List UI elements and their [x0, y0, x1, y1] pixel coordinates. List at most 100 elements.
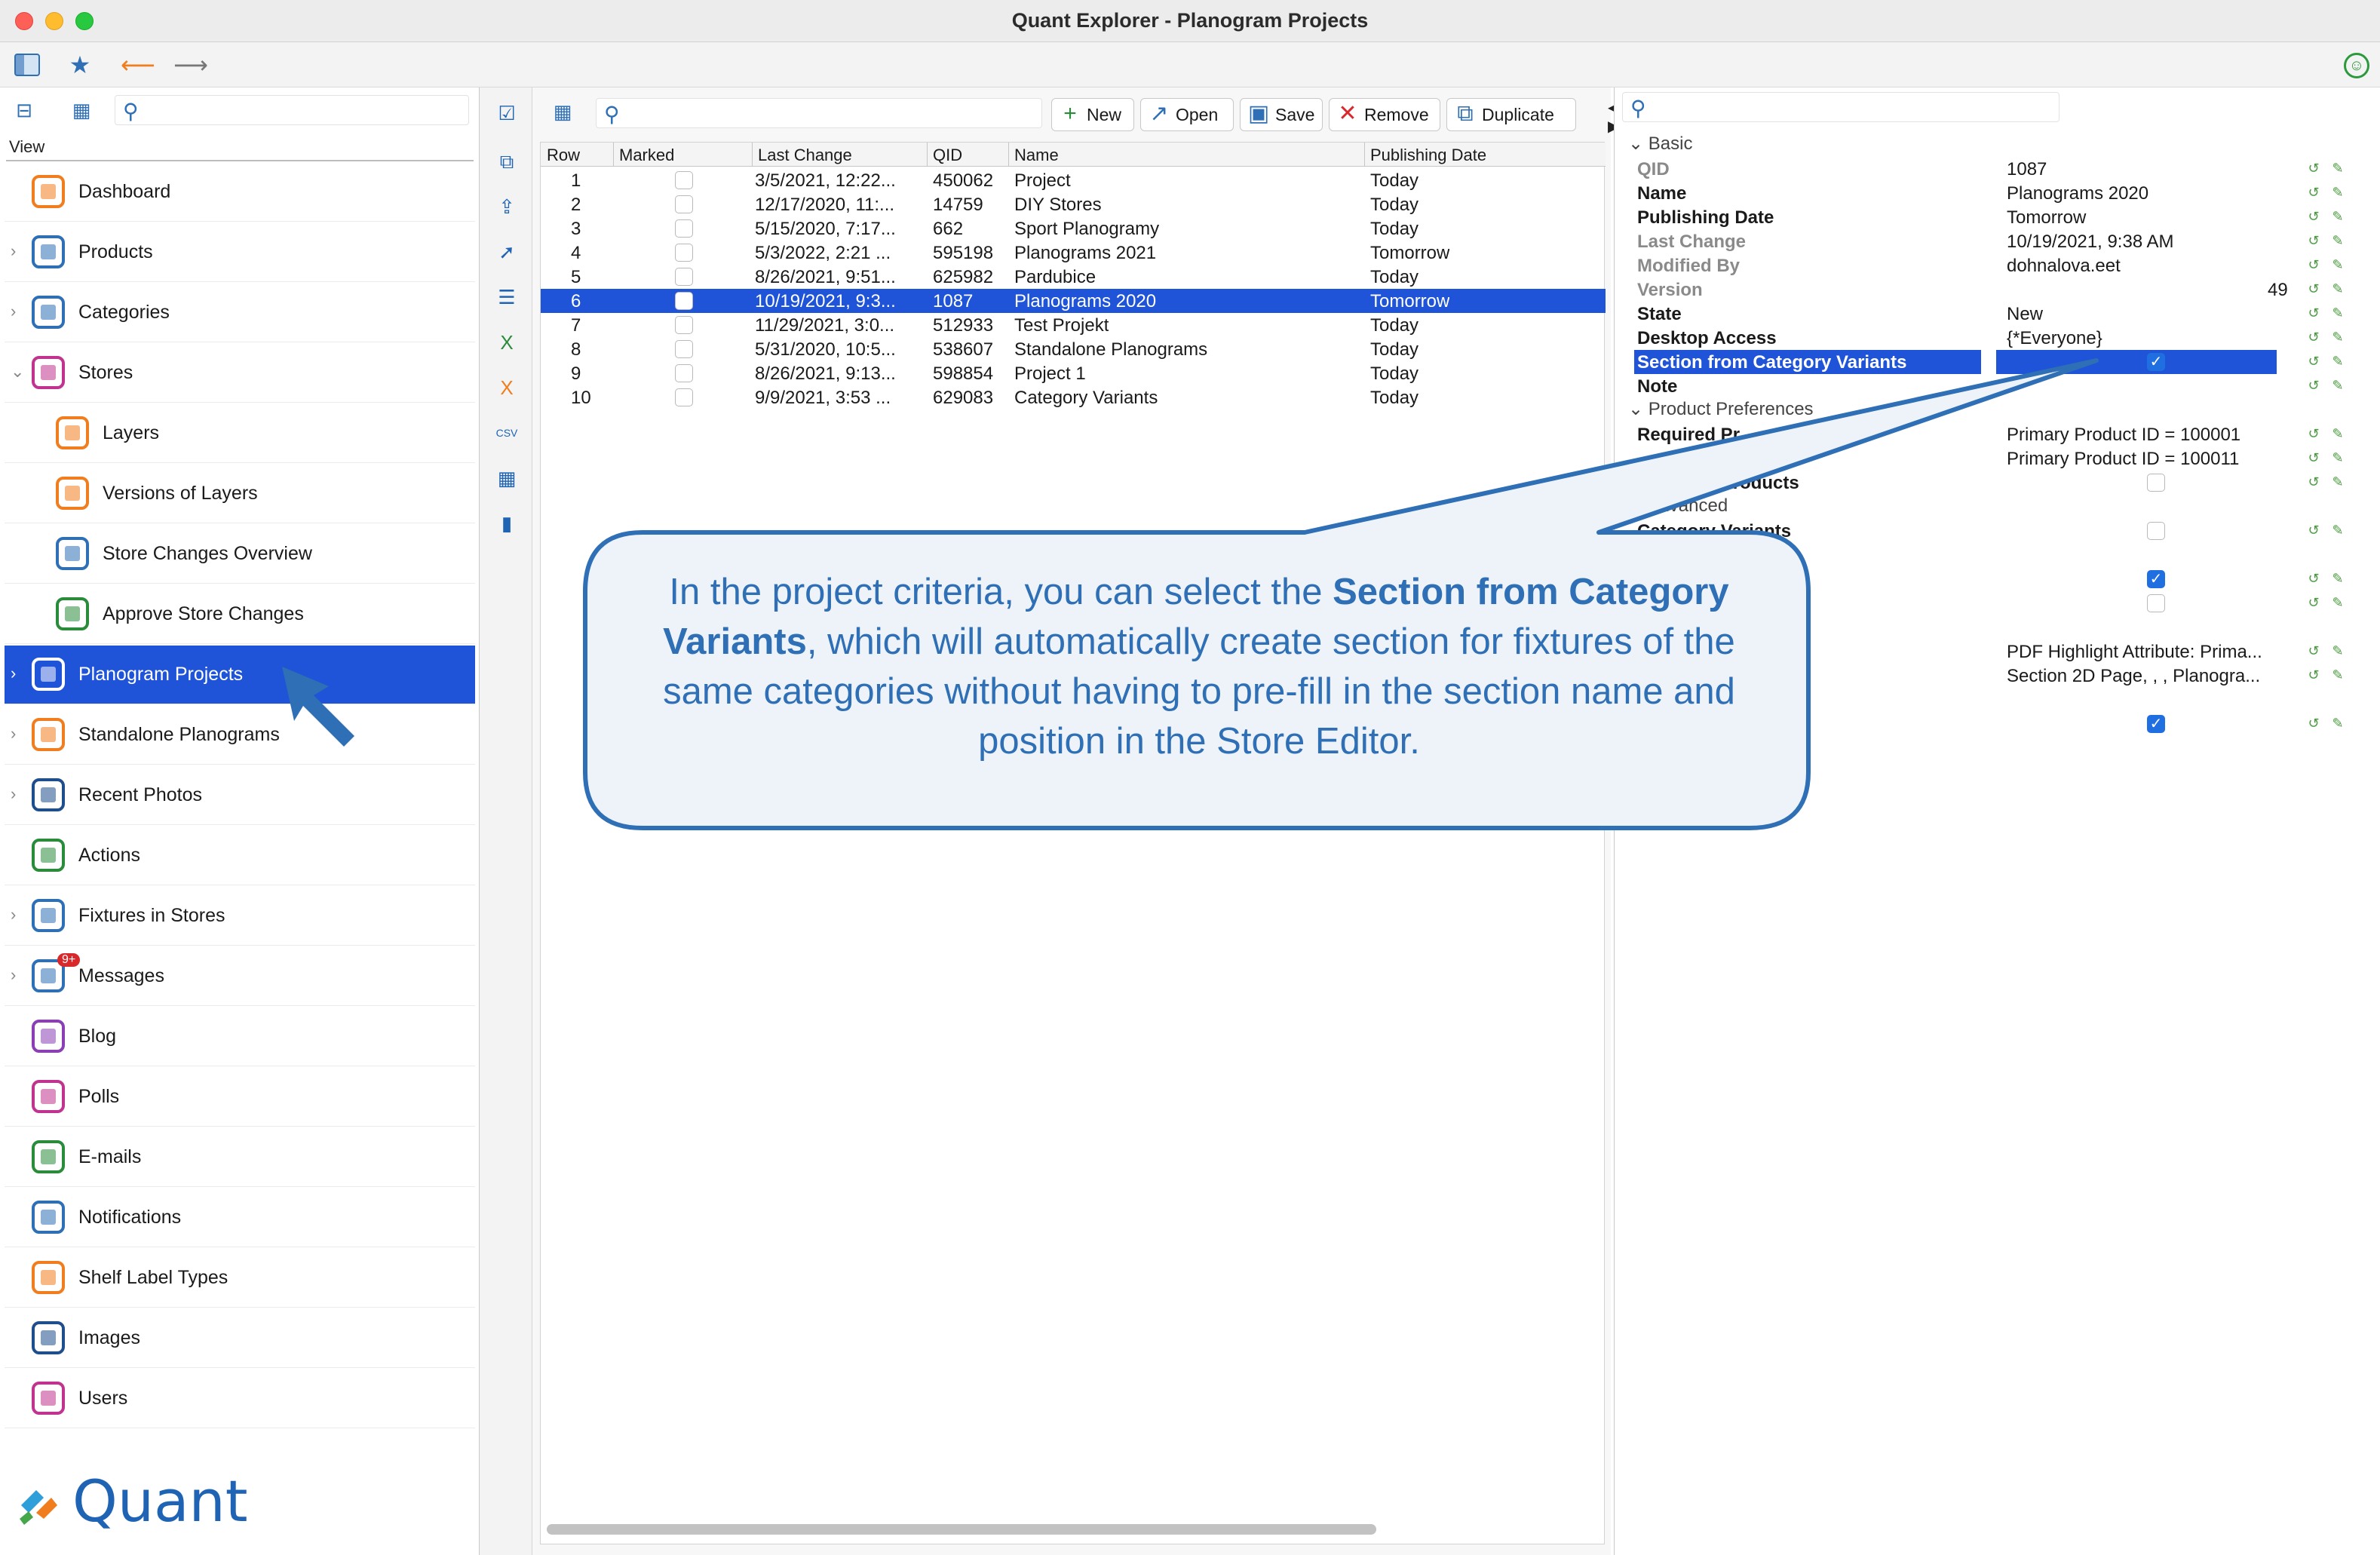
- property-row[interactable]: QID 1087 ↺ ✎: [1637, 157, 2369, 181]
- feedback-smiley-icon[interactable]: ☺: [2344, 53, 2369, 78]
- col-name[interactable]: Name: [1014, 146, 1059, 165]
- edit-icon[interactable]: ✎: [2329, 256, 2346, 273]
- edit-icon[interactable]: ✎: [2329, 184, 2346, 201]
- chart-icon[interactable]: ▮: [493, 510, 520, 537]
- property-row[interactable]: Note ↺ ✎: [1637, 374, 2369, 398]
- property-row[interactable]: Last Change 10/19/2021, 9:38 AM ↺ ✎: [1637, 229, 2369, 253]
- table-row[interactable]: 8 5/31/2020, 10:5... 538607 Standalone Plan…: [541, 337, 1606, 361]
- reset-icon[interactable]: ↺: [2305, 208, 2322, 225]
- edit-icon[interactable]: ✎: [2329, 329, 2346, 345]
- property-row[interactable]: Required Products ↺ ✎: [1637, 471, 2369, 495]
- excel-import-icon[interactable]: X: [493, 374, 520, 401]
- remove-button[interactable]: ✕ Remove: [1329, 98, 1440, 131]
- nav-item-e-mails[interactable]: E-mails: [5, 1128, 475, 1187]
- chevron-right-icon[interactable]: ›: [11, 784, 16, 804]
- property-checkbox[interactable]: [2147, 522, 2165, 540]
- property-row[interactable]: State New ↺ ✎: [1637, 302, 2369, 326]
- move-icon[interactable]: ➚: [493, 238, 520, 265]
- property-row[interactable]: Name Planograms 2020 ↺ ✎: [1637, 181, 2369, 205]
- table-row[interactable]: 7 11/29/2021, 3:0... 512933 Test Projekt Tod…: [541, 313, 1606, 337]
- select-all-icon[interactable]: ☑: [493, 100, 520, 127]
- edit-icon[interactable]: ✎: [2329, 305, 2346, 321]
- nav-item-versions-of-layers[interactable]: Versions of Layers: [5, 465, 475, 523]
- nav-item-notifications[interactable]: Notifications: [5, 1188, 475, 1247]
- property-row[interactable]: Category Variants ↺ ✎: [1637, 519, 2369, 543]
- reset-icon[interactable]: ↺: [2305, 643, 2322, 659]
- edit-icon[interactable]: ✎: [2329, 667, 2346, 683]
- nav-item-fixtures-in-stores[interactable]: › Fixtures in Stores: [5, 887, 475, 946]
- col-publishing-date[interactable]: Publishing Date: [1370, 146, 1486, 165]
- nav-item-approve-store-changes[interactable]: Approve Store Changes: [5, 585, 475, 644]
- reset-icon[interactable]: ↺: [2305, 425, 2322, 442]
- nav-item-polls[interactable]: Polls: [5, 1068, 475, 1127]
- grid-settings-icon[interactable]: ▦: [547, 97, 578, 127]
- marked-checkbox[interactable]: [675, 171, 693, 189]
- excel-export-icon[interactable]: X: [493, 329, 520, 356]
- edit-icon[interactable]: ✎: [2329, 353, 2346, 370]
- reset-icon[interactable]: ↺: [2305, 570, 2322, 587]
- reset-icon[interactable]: ↺: [2305, 256, 2322, 273]
- nav-item-planogram-projects[interactable]: › Planogram Projects: [5, 646, 475, 704]
- property-row[interactable]: Publishing Date Tomorrow ↺ ✎: [1637, 205, 2369, 229]
- nav-item-categories[interactable]: › Categories: [5, 284, 475, 342]
- reset-icon[interactable]: ↺: [2305, 715, 2322, 731]
- table-row[interactable]: 6 10/19/2021, 9:3... 1087 Planograms 2020 To…: [541, 289, 1606, 313]
- marked-checkbox[interactable]: [675, 219, 693, 238]
- edit-icon[interactable]: ✎: [2329, 570, 2346, 587]
- marked-checkbox[interactable]: [675, 268, 693, 286]
- nav-item-store-changes-overview[interactable]: Store Changes Overview: [5, 525, 475, 584]
- table-row[interactable]: 4 5/3/2022, 2:21 ... 595198 Planograms 2021…: [541, 241, 1606, 265]
- nav-search-input[interactable]: ⚲: [115, 95, 469, 125]
- duplicate-button[interactable]: ⧉ Duplicate: [1446, 98, 1576, 131]
- back-arrow-icon[interactable]: ⟵: [121, 50, 155, 80]
- scrollbar-thumb[interactable]: [547, 1524, 1376, 1535]
- reset-icon[interactable]: ↺: [2305, 449, 2322, 466]
- edit-icon[interactable]: ✎: [2329, 160, 2346, 176]
- table-settings-icon[interactable]: ▦: [493, 465, 520, 492]
- nav-item-messages[interactable]: › 9+ Messages: [5, 947, 475, 1006]
- reset-icon[interactable]: ↺: [2305, 522, 2322, 538]
- marked-checkbox[interactable]: [675, 292, 693, 310]
- nav-item-dashboard[interactable]: Dashboard: [5, 163, 475, 222]
- edit-icon[interactable]: ✎: [2329, 715, 2346, 731]
- reset-icon[interactable]: ↺: [2305, 474, 2322, 490]
- chevron-right-icon[interactable]: ›: [11, 724, 16, 744]
- marked-checkbox[interactable]: [675, 316, 693, 334]
- property-row[interactable]: Desktop Access {*Everyone} ↺ ✎: [1637, 326, 2369, 350]
- col-last-change[interactable]: Last Change: [758, 146, 852, 165]
- property-row[interactable]: up Creation: [1637, 543, 2369, 567]
- projects-search-input[interactable]: ⚲: [596, 98, 1042, 128]
- reset-icon[interactable]: ↺: [2305, 329, 2322, 345]
- collapse-tree-icon[interactable]: ⊟: [9, 95, 39, 125]
- reset-icon[interactable]: ↺: [2305, 667, 2322, 683]
- reset-icon[interactable]: ↺: [2305, 594, 2322, 611]
- property-row[interactable]: Section from Category Variants ✓ ↺ ✎: [1634, 350, 2369, 374]
- property-checkbox[interactable]: ✓: [2147, 715, 2165, 733]
- chevron-right-icon[interactable]: ›: [11, 664, 16, 683]
- list-icon[interactable]: ☰: [493, 284, 520, 311]
- edit-icon[interactable]: ✎: [2329, 281, 2346, 297]
- nav-item-recent-photos[interactable]: › Recent Photos: [5, 766, 475, 825]
- marked-checkbox[interactable]: [675, 364, 693, 382]
- table-row[interactable]: 2 12/17/2020, 11:... 14759 DIY Stores Today: [541, 192, 1606, 216]
- edit-icon[interactable]: ✎: [2329, 449, 2346, 466]
- property-checkbox[interactable]: [2147, 594, 2165, 612]
- horizontal-scrollbar[interactable]: [541, 1521, 1606, 1536]
- nav-item-products[interactable]: › Products: [5, 223, 475, 282]
- chevron-right-icon[interactable]: ›: [11, 302, 16, 321]
- property-row[interactable]: Version 49 ↺ ✎: [1637, 278, 2369, 302]
- table-row[interactable]: 1 3/5/2021, 12:22... 450062 Project Today: [541, 168, 1606, 192]
- edit-icon[interactable]: ✎: [2329, 208, 2346, 225]
- nav-item-shelf-label-types[interactable]: Shelf Label Types: [5, 1249, 475, 1308]
- reset-icon[interactable]: ↺: [2305, 377, 2322, 394]
- table-row[interactable]: 9 8/26/2021, 9:13... 598854 Project 1 Today: [541, 361, 1606, 385]
- new-button[interactable]: + New: [1051, 98, 1134, 131]
- reset-icon[interactable]: ↺: [2305, 232, 2322, 249]
- group-advanced[interactable]: ⌄ Advanced: [1628, 495, 1728, 517]
- save-button[interactable]: ▣ Save: [1240, 98, 1323, 131]
- chevron-down-icon[interactable]: ⌄: [11, 362, 24, 382]
- forward-arrow-icon[interactable]: ⟶: [173, 50, 208, 80]
- nav-item-standalone-planograms[interactable]: › Standalone Planograms: [5, 706, 475, 765]
- edit-icon[interactable]: ✎: [2329, 522, 2346, 538]
- edit-icon[interactable]: ✎: [2329, 425, 2346, 442]
